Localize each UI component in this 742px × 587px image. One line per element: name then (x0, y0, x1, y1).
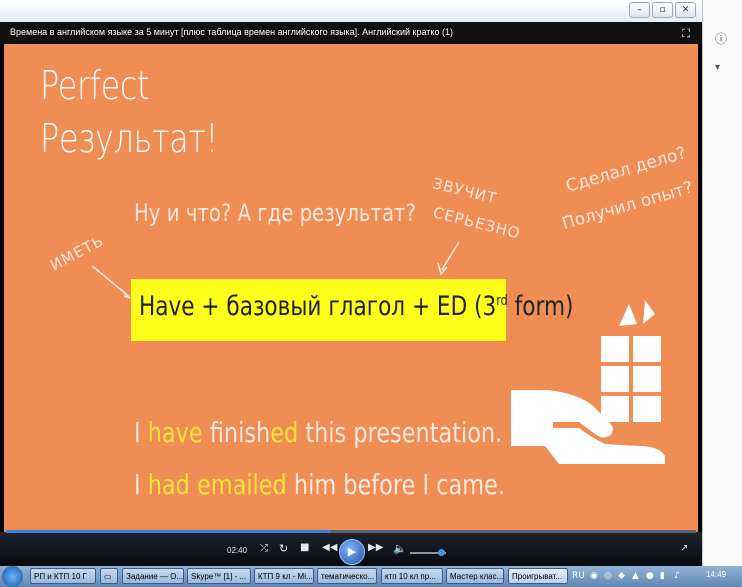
formula-sup: rd (496, 293, 508, 309)
example1-highlight-ed: ed (270, 416, 299, 449)
tray-icon-4[interactable]: ▲ (632, 571, 639, 581)
fullscreen-icon[interactable]: ⛶ (682, 27, 690, 41)
info-icon[interactable]: ⓘ (715, 30, 727, 47)
presentation-slide: Perfect Результат! Ну и что? А где резул… (4, 44, 698, 532)
maximize-icon[interactable]: ▫ (652, 2, 673, 18)
taskbar-item-ktp9[interactable]: КТП 9 кл - Mi... (254, 568, 314, 584)
switch-to-library-icon[interactable]: ↗ (680, 543, 688, 554)
tray-icon-1[interactable]: ◉ (590, 571, 598, 581)
taskbar: РП и КТП 10 Г ▭ Задание — О... Skype™ [1… (0, 566, 742, 587)
player-controls: 02:40 ⤮ ↻ ■ ◀◀ ▶ ▶▶ 🔈 ↗ (0, 530, 702, 566)
volume-knob[interactable] (438, 549, 445, 556)
example2-part2: him before I came. (286, 468, 505, 501)
taskbar-clock: 14:49 (706, 570, 727, 579)
play-button[interactable]: ▶ (339, 539, 365, 565)
taskbar-item-player[interactable]: Проигрыват... (508, 568, 568, 584)
language-icon[interactable]: RU (572, 571, 585, 581)
taskbar-item-opera[interactable]: Задание — О... (122, 568, 184, 584)
minimize-icon[interactable]: – (629, 2, 650, 18)
video-title: Времена в английском языке за 5 минут [п… (10, 27, 453, 37)
shuffle-icon[interactable]: ⤮ (260, 543, 268, 554)
taskbar-item-ktp10[interactable]: ктп 10 кл пр... (381, 568, 443, 584)
example2-part1: I (134, 468, 148, 501)
example-sentence-1: I have finished this presentation. (134, 416, 502, 449)
media-player-window: – ▫ ✕ Времена в английском языке за 5 ми… (0, 0, 702, 566)
video-header: Времена в английском языке за 5 минут [п… (0, 22, 702, 44)
example1-part3: this presentation. (298, 416, 503, 449)
stop-icon[interactable]: ■ (300, 542, 309, 553)
next-icon[interactable]: ▶▶ (368, 542, 383, 553)
window-titlebar: – ▫ ✕ (0, 0, 702, 22)
repeat-icon[interactable]: ↻ (279, 542, 288, 555)
taskbar-item-app[interactable]: ▭ (100, 568, 118, 584)
taskbar-item-rp[interactable]: РП и КТП 10 Г (30, 568, 96, 584)
example-sentence-2: I had emailed him before I came. (134, 468, 505, 501)
example1-part2: finish (202, 416, 271, 449)
formula-box: Have + базовый глагол + ED (3rd form) (131, 279, 573, 341)
formula-main: Have + базовый глагол + ED (3 (139, 291, 497, 322)
tray-icon-2[interactable]: ◎ (604, 571, 612, 581)
gift-hand-icon (511, 300, 665, 464)
network-icon[interactable]: ▮ (660, 571, 665, 581)
tray-icon-3[interactable]: ◆ (618, 571, 625, 581)
seek-progress[interactable] (6, 530, 330, 533)
volume-icon[interactable]: 🔈 (393, 542, 407, 555)
example1-part1: I (134, 416, 148, 449)
example2-highlight-had-emailed: had emailed (147, 468, 287, 501)
taskbar-item-skype[interactable]: Skype™ [1] - ... (187, 568, 251, 584)
previous-icon[interactable]: ◀◀ (322, 542, 337, 553)
example1-highlight-have: have (147, 416, 203, 449)
tray-volume-icon[interactable]: ♪ (674, 571, 680, 581)
close-icon[interactable]: ✕ (675, 2, 696, 18)
elapsed-time: 02:40 (227, 546, 248, 555)
tray-icon-5[interactable]: ● (646, 571, 654, 581)
background-window-edge: ⓘ ▾ (702, 0, 742, 566)
taskbar-item-master[interactable]: Мастер клас... (446, 568, 504, 584)
start-button[interactable] (2, 566, 23, 587)
chevron-down-icon[interactable]: ▾ (715, 62, 720, 73)
taskbar-item-tematich[interactable]: тематическо... (317, 568, 377, 584)
